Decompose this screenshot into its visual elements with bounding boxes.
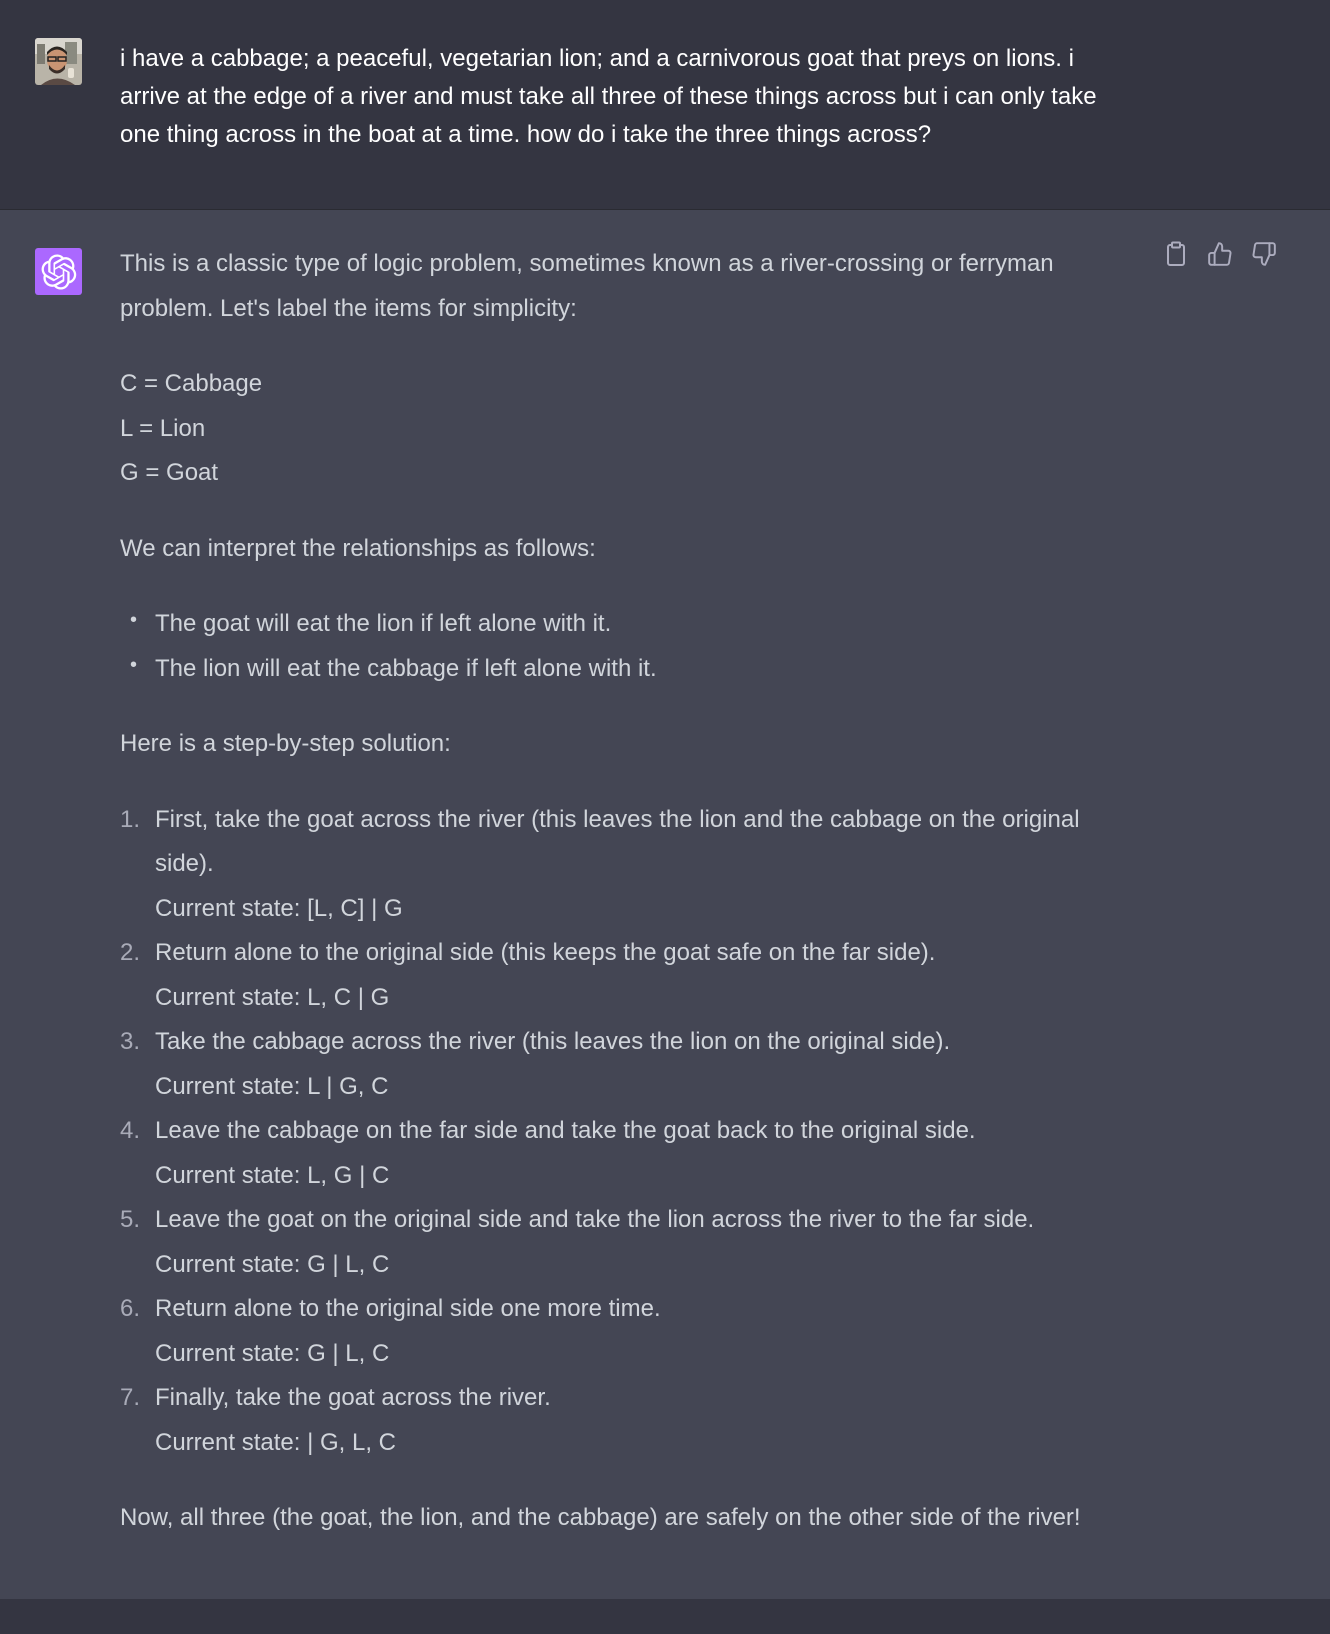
assistant-message-row: This is a classic type of logic problem,… <box>0 210 1330 1599</box>
relationships-list: • The goat will eat the lion if left alon… <box>120 602 1140 691</box>
solution-intro: Here is a step-by-step solution: <box>120 730 451 757</box>
thumbs-down-icon <box>1252 242 1276 266</box>
user-message-row: i have a cabbage; a peaceful, vegetarian… <box>0 0 1330 210</box>
user-message-text: i have a cabbage; a peaceful, vegetarian… <box>120 45 1097 148</box>
label-line: L = Lion <box>120 414 206 442</box>
list-item: • The goat will eat the lion if left alon… <box>130 609 612 637</box>
list-item: 1. First, take the goat across the river … <box>120 805 1080 922</box>
relationships-intro: We can interpret the relationships as fo… <box>120 534 596 562</box>
like-button[interactable] <box>1207 240 1233 268</box>
label-line: C = Cabbage <box>120 370 263 397</box>
list-item: 6. Return alone to the original side one … <box>120 1295 661 1367</box>
openai-logo-icon <box>41 253 76 290</box>
intro-paragraph: This is a classic type of logic problem,… <box>120 250 1054 322</box>
list-item: • The lion will eat the cabbage if left a… <box>130 653 657 682</box>
assistant-message-text: This is a classic type of logic problem,… <box>120 242 1140 1541</box>
bottom-area <box>0 1599 1330 1634</box>
message-actions <box>1163 240 1277 268</box>
list-item: 3. Take the cabbage across the river (thi… <box>120 1028 951 1100</box>
solution-steps: 1. First, take the goat across the river … <box>120 798 1140 1466</box>
labels-block: C = Cabbage L = Lion G = Goat <box>120 362 1140 496</box>
list-item: 5. Leave the goat on the original side an… <box>120 1206 1035 1278</box>
conclusion-paragraph: Now, all three (the goat, the lion, and … <box>120 1504 1081 1531</box>
list-item: 7. Finally, take the goat across the rive… <box>120 1384 551 1456</box>
thumbs-up-icon <box>1208 242 1232 266</box>
list-item: 2. Return alone to the original side (thi… <box>120 939 936 1011</box>
user-avatar <box>35 38 82 85</box>
clipboard-icon <box>1167 241 1185 266</box>
label-line: G = Goat <box>120 459 219 486</box>
dislike-button[interactable] <box>1251 240 1277 268</box>
copy-button[interactable] <box>1163 240 1189 268</box>
assistant-avatar <box>35 248 82 295</box>
list-item: 4. Leave the cabbage on the far side and … <box>120 1117 976 1189</box>
